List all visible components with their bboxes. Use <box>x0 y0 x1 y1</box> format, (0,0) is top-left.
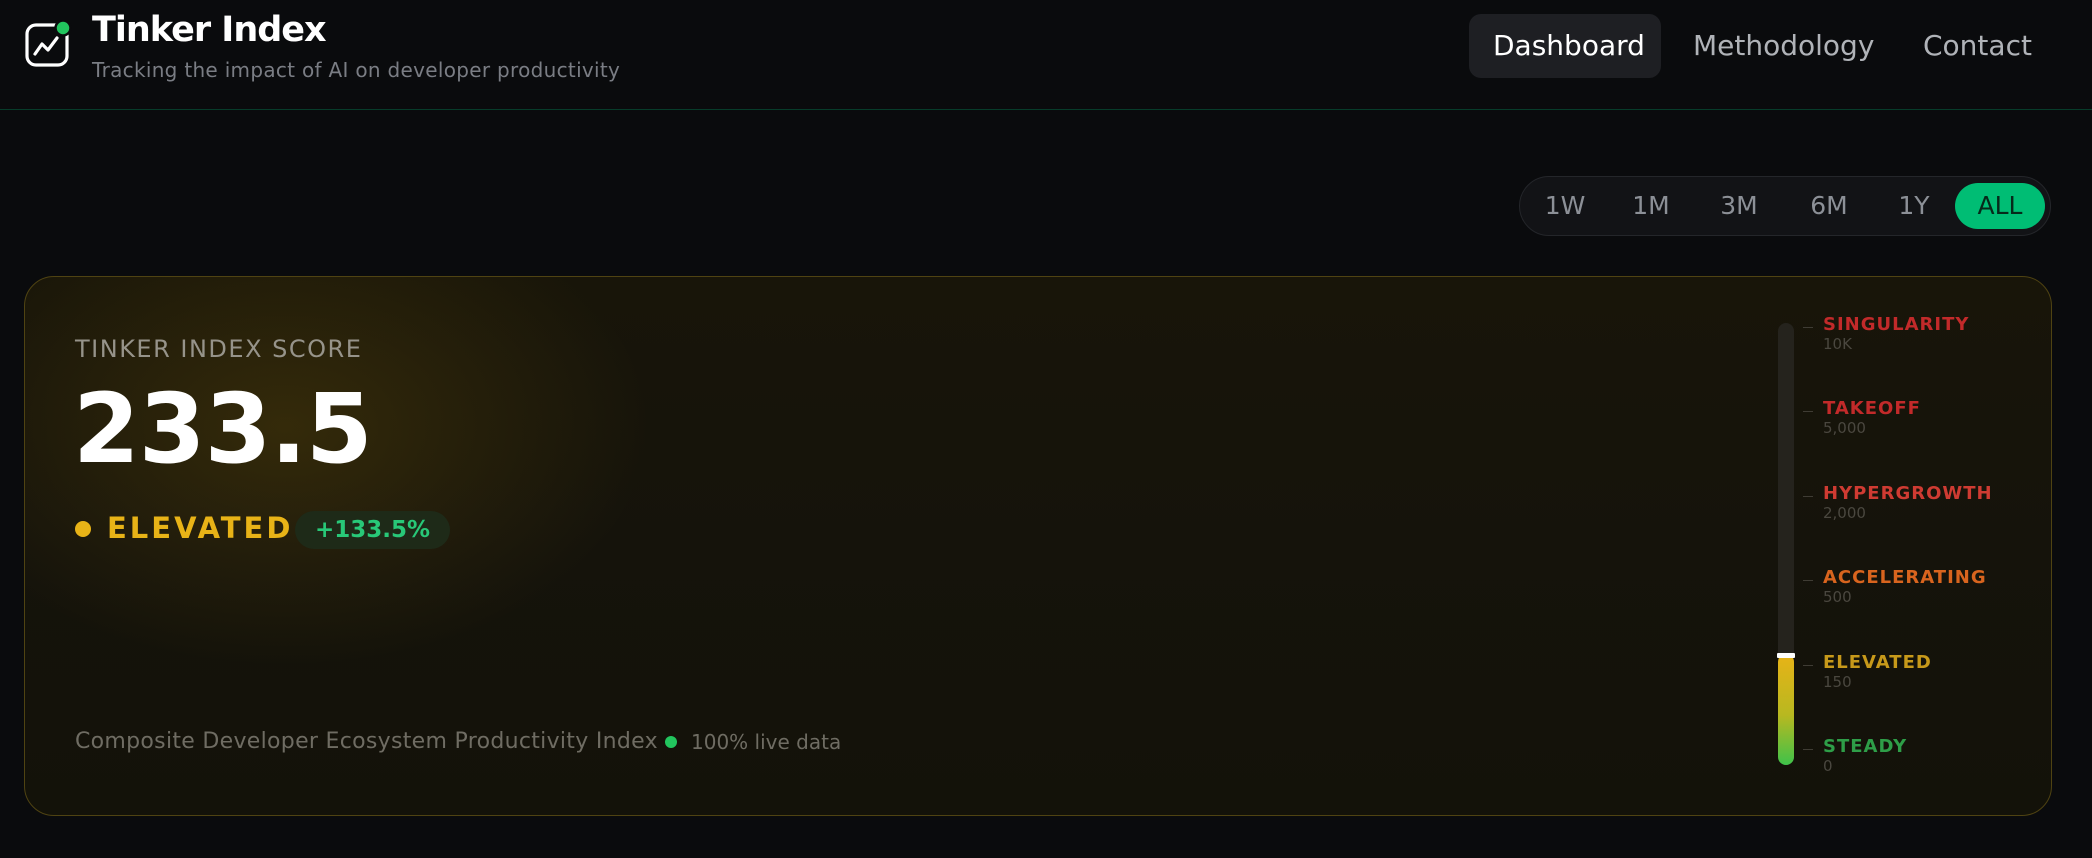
range-1m-button[interactable]: 1M <box>1616 183 1686 229</box>
level-steady: STEADY 0 <box>1803 736 1908 775</box>
range-1y-button[interactable]: 1Y <box>1882 183 1946 229</box>
level-name: STEADY <box>1823 736 1908 757</box>
level-gauge <box>1777 323 1795 765</box>
level-accelerating: ACCELERATING 500 <box>1803 567 1987 606</box>
level-tick <box>1803 749 1813 750</box>
level-singularity: SINGULARITY 10K <box>1803 314 1970 353</box>
level-value: 500 <box>1823 588 1852 606</box>
level-value: 5,000 <box>1823 419 1866 437</box>
level-elevated: ELEVATED 150 <box>1803 652 1932 691</box>
app-title: Tinker Index <box>92 10 327 50</box>
level-value: 150 <box>1823 673 1852 691</box>
level-hypergrowth: HYPERGROWTH 2,000 <box>1803 483 1993 522</box>
score-card: TINKER INDEX SCORE 233.5 ELEVATED +133.5… <box>24 276 2052 816</box>
level-name: ACCELERATING <box>1823 567 1987 588</box>
nav-methodology[interactable]: Methodology <box>1669 14 1898 78</box>
index-description: Composite Developer Ecosystem Productivi… <box>75 729 658 754</box>
level-tick <box>1803 665 1813 666</box>
level-tick <box>1803 496 1813 497</box>
nav-dashboard[interactable]: Dashboard <box>1469 14 1661 78</box>
app-header: Tinker Index Tracking the impact of AI o… <box>0 0 2092 110</box>
time-range-selector: 1W 1M 3M 6M 1Y ALL <box>1519 176 2051 236</box>
gauge-marker <box>1777 653 1795 658</box>
gauge-fill <box>1778 654 1794 765</box>
live-dot-icon <box>665 736 677 748</box>
level-value: 10K <box>1823 335 1852 353</box>
level-value: 2,000 <box>1823 504 1866 522</box>
level-name: ELEVATED <box>1823 652 1932 673</box>
status-label: ELEVATED <box>107 511 294 545</box>
chart-line-icon[interactable] <box>24 20 72 68</box>
range-6m-button[interactable]: 6M <box>1792 183 1866 229</box>
live-data-label: 100% live data <box>691 730 842 754</box>
level-name: HYPERGROWTH <box>1823 483 1993 504</box>
range-all-button[interactable]: ALL <box>1955 183 2045 229</box>
range-3m-button[interactable]: 3M <box>1702 183 1776 229</box>
level-value: 0 <box>1823 757 1833 775</box>
level-takeoff: TAKEOFF 5,000 <box>1803 398 1921 437</box>
level-tick <box>1803 411 1813 412</box>
level-tick <box>1803 327 1813 328</box>
score-label: TINKER INDEX SCORE <box>75 335 363 363</box>
status-dot-icon <box>75 521 91 537</box>
change-badge: +133.5% <box>295 511 451 549</box>
nav-contact[interactable]: Contact <box>1899 14 2056 78</box>
level-name: TAKEOFF <box>1823 398 1921 419</box>
app-subtitle: Tracking the impact of AI on developer p… <box>92 58 621 82</box>
level-name: SINGULARITY <box>1823 314 1970 335</box>
score-value: 233.5 <box>73 373 373 485</box>
range-1w-button[interactable]: 1W <box>1530 183 1600 229</box>
level-tick <box>1803 580 1813 581</box>
